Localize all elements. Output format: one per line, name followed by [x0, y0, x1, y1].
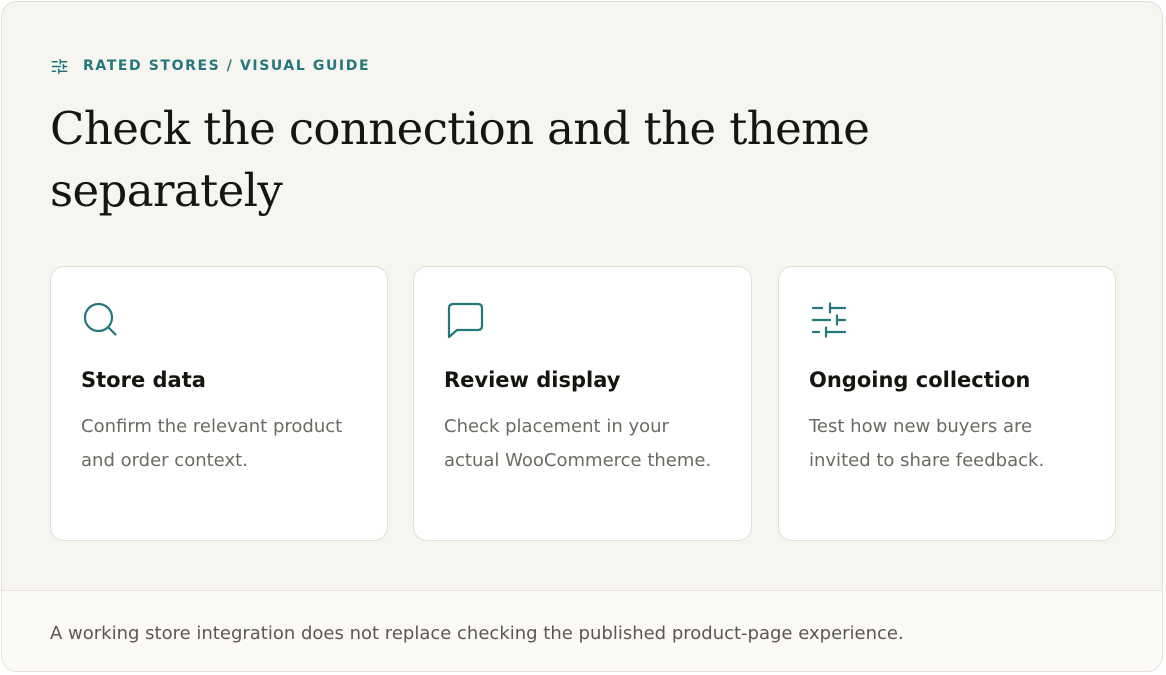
card-review-display: Review display Check placement in your a… — [413, 266, 752, 541]
card-title: Store data — [81, 368, 206, 392]
footer-note: A working store integration does not rep… — [50, 623, 904, 644]
chat-bubble-icon — [447, 302, 484, 339]
sliders-icon — [51, 58, 68, 74]
card-ongoing-collection: Ongoing collection Test how new buyers a… — [778, 266, 1116, 541]
card-title: Review display — [444, 368, 621, 392]
search-icon — [83, 302, 117, 336]
card-description: Confirm the relevant product and order c… — [81, 416, 343, 471]
card-title: Ongoing collection — [809, 368, 1031, 392]
page-title: Check the connection and the theme separ… — [50, 102, 870, 217]
card-description: Check placement in your actual WooCommer… — [444, 416, 712, 471]
eyebrow: RATED STORES / VISUAL GUIDE — [50, 55, 370, 77]
sliders-icon — [811, 302, 847, 338]
eyebrow-label: RATED STORES / VISUAL GUIDE — [83, 58, 371, 74]
footer: A working store integration does not rep… — [2, 590, 1162, 671]
card-description: Test how new buyers are invited to share… — [809, 416, 1045, 471]
guide-panel: RATED STORES / VISUAL GUIDE Check the co… — [1, 1, 1163, 672]
card-store-data: Store data Confirm the relevant product … — [50, 266, 388, 541]
